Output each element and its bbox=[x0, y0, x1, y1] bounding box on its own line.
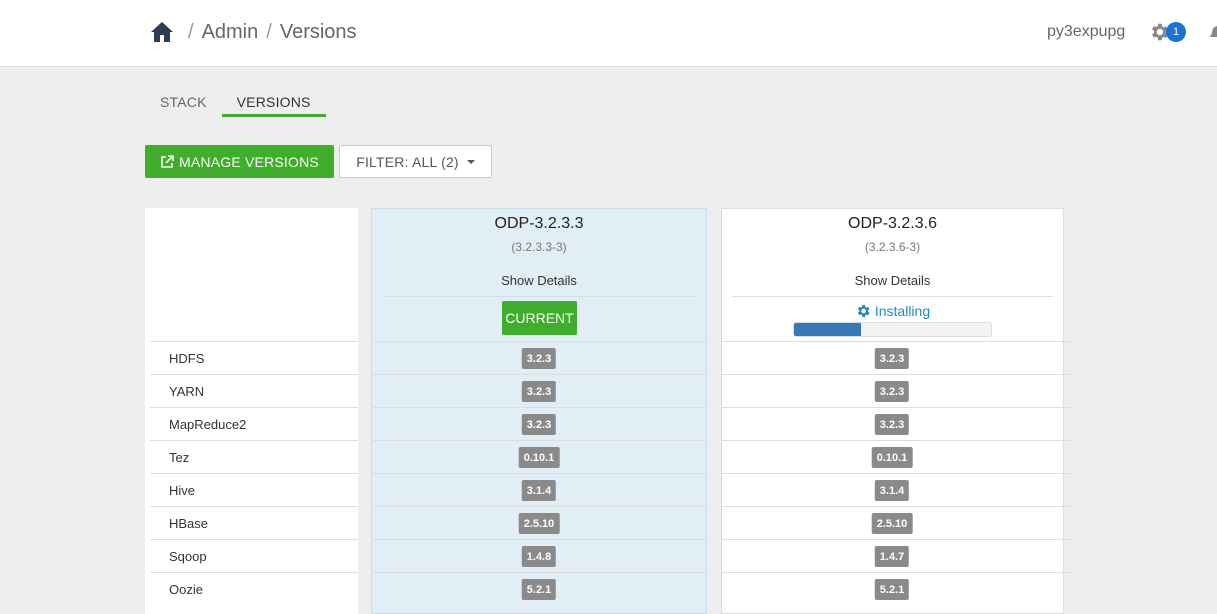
filter-dropdown[interactable]: FILTER: ALL (2) bbox=[339, 145, 492, 178]
service-name: HBase bbox=[169, 516, 209, 531]
caret-down-icon bbox=[466, 159, 475, 164]
service-name: Tez bbox=[169, 450, 190, 465]
tab-stack[interactable]: STACK bbox=[145, 88, 222, 117]
breadcrumb: / Admin / Versions bbox=[150, 17, 357, 47]
install-progress-bar bbox=[793, 322, 992, 337]
table-row: Sqoop 1.4.8 1.4.7 bbox=[150, 539, 1071, 573]
table-row: YARN 3.2.3 3.2.3 bbox=[150, 374, 1071, 408]
top-header: / Admin / Versions py3expupg 1 bbox=[0, 0, 1217, 67]
column-gap bbox=[358, 473, 371, 507]
version-badge: 3.2.3 bbox=[874, 414, 910, 435]
column-gap bbox=[707, 407, 721, 441]
column-gap bbox=[707, 473, 721, 507]
bell-icon[interactable] bbox=[1209, 24, 1217, 42]
table-row: HBase 2.5.10 2.5.10 bbox=[150, 506, 1071, 540]
version-name: ODP-3.2.3.6 bbox=[848, 215, 937, 232]
show-details-link[interactable]: Show Details bbox=[732, 273, 1053, 297]
table-row: Tez 0.10.1 0.10.1 bbox=[150, 440, 1071, 474]
user-menu[interactable]: py3expupg bbox=[1047, 23, 1125, 41]
installing-label: Installing bbox=[874, 303, 931, 319]
breadcrumb-separator: / bbox=[266, 20, 272, 43]
service-name: YARN bbox=[169, 384, 205, 399]
version-name: ODP-3.2.3.3 bbox=[494, 215, 584, 232]
external-link-icon bbox=[161, 154, 174, 168]
install-progress-fill bbox=[794, 323, 861, 336]
version-badge: 3.1.4 bbox=[521, 480, 557, 501]
manage-versions-label: MANAGE VERSIONS bbox=[179, 153, 319, 170]
version-badge: 3.2.3 bbox=[521, 381, 557, 402]
tab-versions[interactable]: VERSIONS bbox=[221, 88, 326, 117]
version-badge: 1.4.7 bbox=[874, 546, 910, 567]
installing-status[interactable]: Installing bbox=[722, 303, 1063, 319]
column-gap bbox=[358, 572, 371, 606]
version-badge: 5.2.1 bbox=[521, 579, 557, 600]
alerts-count-badge[interactable]: 1 bbox=[1166, 22, 1186, 42]
version-badge: 3.2.3 bbox=[874, 348, 910, 369]
current-status-button[interactable]: CURRENT bbox=[502, 301, 577, 335]
column-gap bbox=[707, 440, 721, 474]
manage-versions-button[interactable]: MANAGE VERSIONS bbox=[145, 145, 334, 178]
version-badge: 2.5.10 bbox=[518, 513, 560, 534]
version-badge: 3.2.3 bbox=[521, 414, 557, 435]
version-badge: 1.4.8 bbox=[521, 546, 557, 567]
column-gap bbox=[358, 539, 371, 573]
breadcrumb-admin[interactable]: Admin bbox=[202, 21, 259, 44]
version-badge: 0.10.1 bbox=[871, 447, 913, 468]
column-gap bbox=[707, 374, 721, 408]
table-row: HDFS 3.2.3 3.2.3 bbox=[150, 341, 1071, 375]
services-table: HDFS 3.2.3 3.2.3 YARN 3.2.3 3.2.3 MapReduce2 3.… bbox=[150, 341, 1071, 606]
version-build: (3.2.3.6-3) bbox=[864, 240, 921, 254]
column-gap bbox=[358, 440, 371, 474]
version-build: (3.2.3.3-3) bbox=[511, 240, 567, 254]
column-gap bbox=[707, 572, 721, 606]
breadcrumb-separator: / bbox=[188, 20, 194, 43]
column-gap bbox=[707, 341, 721, 375]
version-badge: 2.5.10 bbox=[871, 513, 913, 534]
home-icon[interactable] bbox=[150, 20, 174, 44]
filter-label: FILTER: ALL (2) bbox=[356, 153, 459, 170]
service-name: Oozie bbox=[169, 582, 203, 597]
column-gap bbox=[358, 506, 371, 540]
version-badge: 3.2.3 bbox=[874, 381, 910, 402]
column-gap bbox=[707, 539, 721, 573]
service-name: HDFS bbox=[169, 351, 205, 366]
version-badge: 3.1.4 bbox=[874, 480, 910, 501]
table-row: Oozie 5.2.1 5.2.1 bbox=[150, 572, 1071, 606]
column-gap bbox=[358, 374, 371, 408]
service-name: MapReduce2 bbox=[169, 417, 247, 432]
breadcrumb-versions: Versions bbox=[279, 20, 357, 43]
service-name: Sqoop bbox=[169, 549, 207, 564]
service-name: Hive bbox=[169, 483, 196, 498]
show-details-link[interactable]: Show Details bbox=[382, 273, 696, 297]
table-row: MapReduce2 3.2.3 3.2.3 bbox=[150, 407, 1071, 441]
gear-icon bbox=[857, 305, 870, 317]
version-badge: 3.2.3 bbox=[521, 348, 557, 369]
tab-bar: STACK VERSIONS bbox=[145, 88, 326, 117]
column-gap bbox=[707, 506, 721, 540]
column-gap bbox=[358, 407, 371, 441]
column-gap bbox=[358, 341, 371, 375]
table-row: Hive 3.1.4 3.1.4 bbox=[150, 473, 1071, 507]
version-badge: 5.2.1 bbox=[874, 579, 910, 600]
version-badge: 0.10.1 bbox=[518, 447, 560, 468]
